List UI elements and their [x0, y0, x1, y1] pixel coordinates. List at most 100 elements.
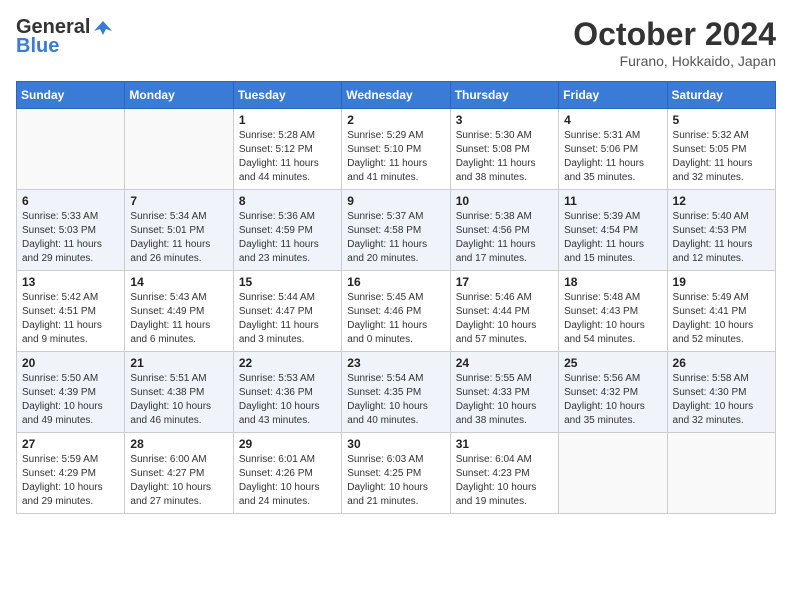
calendar-cell — [667, 433, 775, 514]
cell-info: Sunrise: 5:54 AMSunset: 4:35 PMDaylight:… — [347, 372, 444, 428]
day-number: 12 — [673, 194, 770, 208]
day-number: 1 — [239, 113, 336, 127]
calendar-cell: 17Sunrise: 5:46 AMSunset: 4:44 PMDayligh… — [450, 271, 558, 352]
day-number: 21 — [130, 356, 227, 370]
cell-info: Sunrise: 5:30 AMSunset: 5:08 PMDaylight:… — [456, 129, 553, 185]
calendar-week-row: 1 Sunrise: 5:28 AMSunset: 5:12 PMDaylight… — [17, 109, 776, 190]
day-number: 8 — [239, 194, 336, 208]
calendar-cell: 9 Sunrise: 5:37 AMSunset: 4:58 PMDaylight… — [342, 190, 450, 271]
cell-info: Sunrise: 5:33 AMSunset: 5:03 PMDaylight:… — [22, 210, 119, 266]
cell-info: Sunrise: 5:29 AMSunset: 5:10 PMDaylight:… — [347, 129, 444, 185]
calendar-week-row: 13 Sunrise: 5:42 AMSunset: 4:51 PMDayligh… — [17, 271, 776, 352]
day-number: 7 — [130, 194, 227, 208]
logo: General Blue — [16, 16, 114, 58]
header-tuesday: Tuesday — [233, 82, 341, 109]
cell-info: Sunrise: 5:55 AMSunset: 4:33 PMDaylight:… — [456, 372, 553, 428]
day-number: 23 — [347, 356, 444, 370]
cell-info: Sunrise: 5:56 AMSunset: 4:32 PMDaylight:… — [564, 372, 661, 428]
calendar-cell: 3 Sunrise: 5:30 AMSunset: 5:08 PMDaylight… — [450, 109, 558, 190]
calendar-header-row: SundayMondayTuesdayWednesdayThursdayFrid… — [17, 82, 776, 109]
cell-info: Sunrise: 5:50 AMSunset: 4:39 PMDaylight:… — [22, 372, 119, 428]
cell-info: Sunrise: 5:44 AMSunset: 4:47 PMDaylight:… — [239, 291, 336, 347]
day-number: 2 — [347, 113, 444, 127]
calendar-week-row: 20 Sunrise: 5:50 AMSunset: 4:39 PMDayligh… — [17, 352, 776, 433]
header-monday: Monday — [125, 82, 233, 109]
cell-info: Sunrise: 5:31 AMSunset: 5:06 PMDaylight:… — [564, 129, 661, 185]
calendar-cell: 18 Sunrise: 5:48 AMSunset: 4:43 PMDayligh… — [559, 271, 667, 352]
calendar-cell: 31Sunrise: 6:04 AMSunset: 4:23 PMDayligh… — [450, 433, 558, 514]
header-thursday: Thursday — [450, 82, 558, 109]
calendar-cell: 8 Sunrise: 5:36 AMSunset: 4:59 PMDaylight… — [233, 190, 341, 271]
calendar-cell: 22 Sunrise: 5:53 AMSunset: 4:36 PMDayligh… — [233, 352, 341, 433]
calendar-cell: 28 Sunrise: 6:00 AMSunset: 4:27 PMDayligh… — [125, 433, 233, 514]
day-number: 26 — [673, 356, 770, 370]
cell-info: Sunrise: 5:37 AMSunset: 4:58 PMDaylight:… — [347, 210, 444, 266]
calendar-table: SundayMondayTuesdayWednesdayThursdayFrid… — [16, 81, 776, 514]
day-number: 25 — [564, 356, 661, 370]
calendar-cell: 16Sunrise: 5:45 AMSunset: 4:46 PMDayligh… — [342, 271, 450, 352]
calendar-cell: 26 Sunrise: 5:58 AMSunset: 4:30 PMDayligh… — [667, 352, 775, 433]
header-friday: Friday — [559, 82, 667, 109]
day-number: 24 — [456, 356, 553, 370]
day-number: 3 — [456, 113, 553, 127]
cell-info: Sunrise: 6:03 AMSunset: 4:25 PMDaylight:… — [347, 453, 444, 509]
header-saturday: Saturday — [667, 82, 775, 109]
day-number: 28 — [130, 437, 227, 451]
calendar-cell — [125, 109, 233, 190]
month-title: October 2024 — [573, 16, 776, 53]
cell-info: Sunrise: 5:58 AMSunset: 4:30 PMDaylight:… — [673, 372, 770, 428]
cell-info: Sunrise: 6:01 AMSunset: 4:26 PMDaylight:… — [239, 453, 336, 509]
calendar-cell: 6 Sunrise: 5:33 AMSunset: 5:03 PMDaylight… — [17, 190, 125, 271]
cell-info: Sunrise: 6:00 AMSunset: 4:27 PMDaylight:… — [130, 453, 227, 509]
calendar-cell: 23 Sunrise: 5:54 AMSunset: 4:35 PMDayligh… — [342, 352, 450, 433]
day-number: 10 — [456, 194, 553, 208]
day-number: 20 — [22, 356, 119, 370]
header-wednesday: Wednesday — [342, 82, 450, 109]
cell-info: Sunrise: 5:42 AMSunset: 4:51 PMDaylight:… — [22, 291, 119, 347]
day-number: 30 — [347, 437, 444, 451]
calendar-week-row: 27 Sunrise: 5:59 AMSunset: 4:29 PMDayligh… — [17, 433, 776, 514]
day-number: 6 — [22, 194, 119, 208]
calendar-cell: 27 Sunrise: 5:59 AMSunset: 4:29 PMDayligh… — [17, 433, 125, 514]
calendar-week-row: 6 Sunrise: 5:33 AMSunset: 5:03 PMDaylight… — [17, 190, 776, 271]
day-number: 17 — [456, 275, 553, 289]
cell-info: Sunrise: 5:48 AMSunset: 4:43 PMDaylight:… — [564, 291, 661, 347]
day-number: 27 — [22, 437, 119, 451]
cell-info: Sunrise: 5:36 AMSunset: 4:59 PMDaylight:… — [239, 210, 336, 266]
day-number: 5 — [673, 113, 770, 127]
cell-info: Sunrise: 5:51 AMSunset: 4:38 PMDaylight:… — [130, 372, 227, 428]
cell-info: Sunrise: 5:53 AMSunset: 4:36 PMDaylight:… — [239, 372, 336, 428]
day-number: 14 — [130, 275, 227, 289]
calendar-cell: 13 Sunrise: 5:42 AMSunset: 4:51 PMDayligh… — [17, 271, 125, 352]
calendar-cell: 1 Sunrise: 5:28 AMSunset: 5:12 PMDaylight… — [233, 109, 341, 190]
cell-info: Sunrise: 5:28 AMSunset: 5:12 PMDaylight:… — [239, 129, 336, 185]
calendar-cell — [17, 109, 125, 190]
calendar-cell: 29Sunrise: 6:01 AMSunset: 4:26 PMDayligh… — [233, 433, 341, 514]
day-number: 11 — [564, 194, 661, 208]
calendar-cell: 30 Sunrise: 6:03 AMSunset: 4:25 PMDayligh… — [342, 433, 450, 514]
calendar-cell: 24 Sunrise: 5:55 AMSunset: 4:33 PMDayligh… — [450, 352, 558, 433]
calendar-cell: 21 Sunrise: 5:51 AMSunset: 4:38 PMDayligh… — [125, 352, 233, 433]
cell-info: Sunrise: 5:38 AMSunset: 4:56 PMDaylight:… — [456, 210, 553, 266]
calendar-cell: 25 Sunrise: 5:56 AMSunset: 4:32 PMDayligh… — [559, 352, 667, 433]
day-number: 13 — [22, 275, 119, 289]
day-number: 18 — [564, 275, 661, 289]
cell-info: Sunrise: 5:39 AMSunset: 4:54 PMDaylight:… — [564, 210, 661, 266]
cell-info: Sunrise: 5:49 AMSunset: 4:41 PMDaylight:… — [673, 291, 770, 347]
logo-bird-icon — [92, 17, 114, 39]
calendar-cell: 15 Sunrise: 5:44 AMSunset: 4:47 PMDayligh… — [233, 271, 341, 352]
page-header: General Blue October 2024 Furano, Hokkai… — [16, 16, 776, 69]
cell-info: Sunrise: 5:45 AMSunset: 4:46 PMDaylight:… — [347, 291, 444, 347]
location-title: Furano, Hokkaido, Japan — [573, 53, 776, 69]
day-number: 31 — [456, 437, 553, 451]
calendar-cell: 11 Sunrise: 5:39 AMSunset: 4:54 PMDayligh… — [559, 190, 667, 271]
day-number: 15 — [239, 275, 336, 289]
day-number: 9 — [347, 194, 444, 208]
day-number: 22 — [239, 356, 336, 370]
title-area: October 2024 Furano, Hokkaido, Japan — [573, 16, 776, 69]
cell-info: Sunrise: 5:59 AMSunset: 4:29 PMDaylight:… — [22, 453, 119, 509]
header-sunday: Sunday — [17, 82, 125, 109]
calendar-cell: 10 Sunrise: 5:38 AMSunset: 4:56 PMDayligh… — [450, 190, 558, 271]
calendar-cell: 19Sunrise: 5:49 AMSunset: 4:41 PMDayligh… — [667, 271, 775, 352]
cell-info: Sunrise: 5:40 AMSunset: 4:53 PMDaylight:… — [673, 210, 770, 266]
